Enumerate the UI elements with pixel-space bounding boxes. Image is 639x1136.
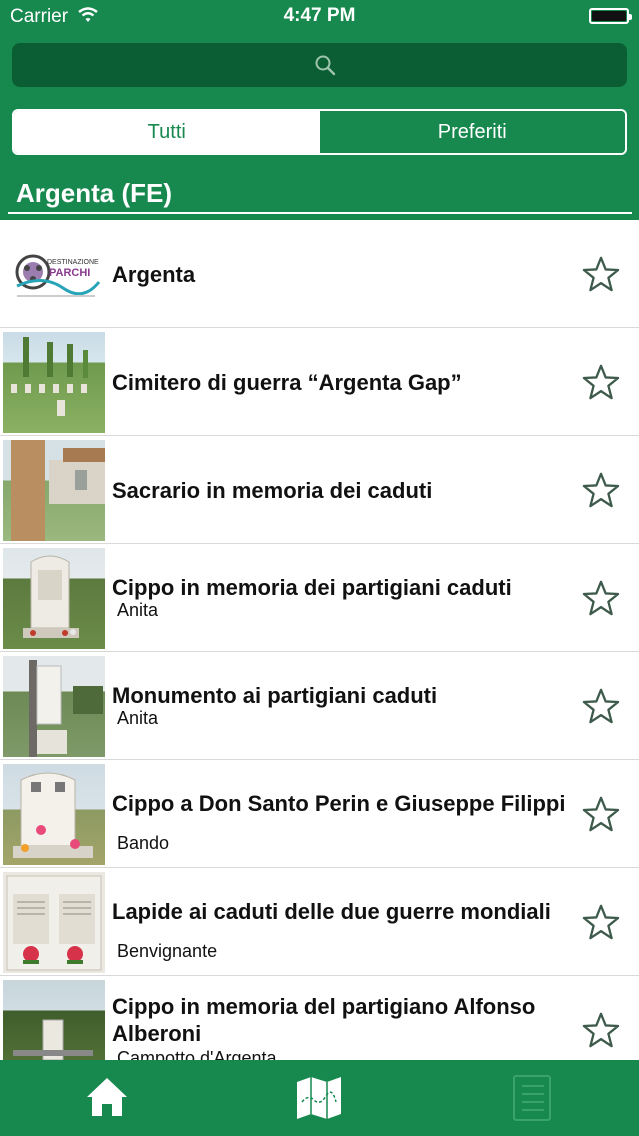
battery-icon	[589, 8, 632, 24]
search-input[interactable]	[12, 43, 627, 87]
star-icon[interactable]	[582, 471, 620, 509]
section-title: Argenta (FE)	[16, 178, 172, 208]
item-thumbnail	[3, 764, 105, 865]
item-thumbnail	[3, 980, 105, 1060]
item-thumbnail	[3, 656, 105, 757]
item-title: Lapide ai caduti delle due guerre mondia…	[112, 899, 551, 924]
item-subtitle: Campotto d'Argenta	[117, 1048, 277, 1060]
item-subtitle: Anita	[117, 600, 159, 620]
item-title: Monumento ai partigiani caduti	[112, 683, 438, 708]
star-icon[interactable]	[582, 903, 620, 941]
segmented-control: Tutti Preferiti	[12, 109, 627, 155]
status-bar: Carrier 4:47 PM	[0, 0, 639, 34]
segment-tutti[interactable]: Tutti	[14, 111, 320, 153]
item-thumbnail	[3, 548, 105, 649]
star-icon[interactable]	[582, 363, 620, 401]
item-title: Cippo a Don Santo Perin e Giuseppe Filip…	[112, 791, 566, 816]
list-item[interactable]: DESTINAZIONE PARCHI Argenta	[0, 220, 639, 328]
star-icon[interactable]	[582, 795, 620, 833]
item-title: Sacrario in memoria dei caduti	[112, 478, 433, 503]
item-title: Cippo in memoria del partigiano Alfonso …	[112, 994, 536, 1046]
svg-text:DESTINAZIONE: DESTINAZIONE	[47, 259, 99, 266]
search-icon	[315, 55, 336, 76]
tab-bar	[0, 1060, 639, 1136]
section-divider	[8, 212, 632, 214]
list-item[interactable]: Cimitero di guerra “Argenta Gap”	[0, 328, 639, 436]
star-icon[interactable]	[582, 687, 620, 725]
svg-text:PARCHI: PARCHI	[49, 267, 90, 279]
header: Carrier 4:47 PM Tutti Preferiti Argenta …	[0, 0, 639, 220]
star-icon[interactable]	[582, 579, 620, 617]
list-item[interactable]: Monumento ai partigiani caduti Anita	[0, 652, 639, 760]
list-item[interactable]: Sacrario in memoria dei caduti	[0, 436, 639, 544]
map-icon[interactable]	[294, 1072, 344, 1122]
star-icon[interactable]	[582, 1011, 620, 1049]
places-list: DESTINAZIONE PARCHI Argenta Cimitero di …	[0, 220, 639, 1060]
list-item[interactable]: Lapide ai caduti delle due guerre mondia…	[0, 868, 639, 976]
item-thumbnail	[3, 332, 105, 433]
item-subtitle: Bando	[117, 833, 170, 853]
list-item[interactable]: Cippo in memoria del partigiano Alfonso …	[0, 976, 639, 1060]
item-thumbnail	[3, 440, 105, 541]
segment-preferiti[interactable]: Preferiti	[319, 111, 625, 153]
item-title: Argenta	[112, 262, 196, 287]
item-subtitle: Anita	[117, 708, 159, 728]
item-title: Cimitero di guerra “Argenta Gap”	[112, 370, 462, 395]
list-item[interactable]: Cippo in memoria dei partigiani caduti A…	[0, 544, 639, 652]
list-item[interactable]: Cippo a Don Santo Perin e Giuseppe Filip…	[0, 760, 639, 868]
status-time: 4:47 PM	[283, 5, 356, 26]
item-subtitle: Benvignante	[117, 941, 218, 961]
list-icon[interactable]	[508, 1072, 558, 1122]
item-thumbnail	[3, 872, 105, 973]
home-icon[interactable]	[82, 1072, 132, 1122]
item-title: Cippo in memoria dei partigiani caduti	[112, 575, 512, 600]
star-icon[interactable]	[582, 255, 620, 293]
parchi-logo: DESTINAZIONE PARCHI	[3, 224, 105, 325]
